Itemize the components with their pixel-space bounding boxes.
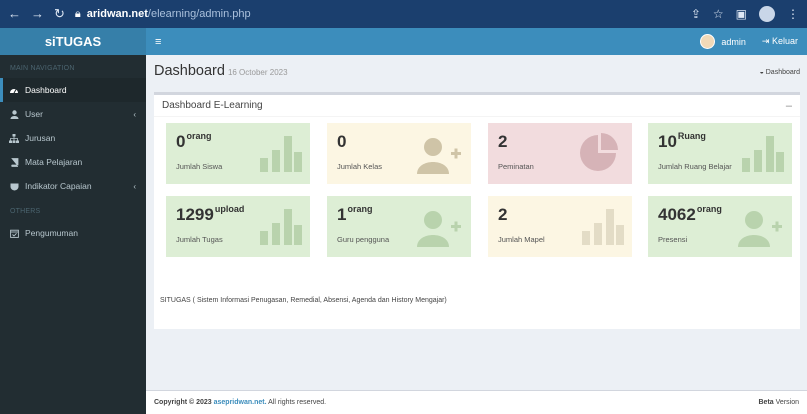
version-text: Version <box>775 399 799 406</box>
tile-jumlah-siswa[interactable]: 0orang Jumlah Siswa <box>166 123 310 184</box>
calendar-icon <box>8 229 20 238</box>
hamburger-menu-icon[interactable]: ≡ <box>155 36 161 48</box>
copyright-prefix: Copyright © 2023 <box>154 399 212 406</box>
tile-value: 1orang <box>337 204 373 224</box>
copyright: Copyright © 2023 asepridwan.net. All rig… <box>154 399 326 406</box>
tile-label: Jumlah Kelas <box>337 162 383 171</box>
sidebar-item-label: Dashboard <box>25 85 67 95</box>
sidebar-item-label: Indikator Capaian <box>25 181 92 191</box>
logout-button[interactable]: ⇥ Keluar <box>762 36 798 47</box>
brand-logo[interactable]: siTUGAS <box>0 28 146 55</box>
sidebar-item-label: User <box>25 109 43 119</box>
info-text: SITUGAS ( Sistem Informasi Penugasan, Re… <box>160 297 447 304</box>
browser-toolbar: ← → ↻ 🔒︎ aridwan.net/elearning/admin.php… <box>0 0 807 28</box>
tile-label: Presensi <box>658 235 688 244</box>
bar-chart-icon <box>582 209 624 245</box>
dashboard-icon <box>8 86 20 94</box>
forward-arrow-icon[interactable]: → <box>31 6 44 22</box>
url-path: /elearning/admin.php <box>147 8 251 20</box>
chevron-left-icon: ‹ <box>133 181 136 191</box>
page-date: 16 October 2023 <box>227 68 288 77</box>
tile-label: Jumlah Ruang Belajar <box>658 162 732 171</box>
tile-value: 1299upload <box>176 204 245 224</box>
box-title: Dashboard E-Learning <box>162 100 263 111</box>
user-name[interactable]: admin <box>721 37 746 47</box>
sidebar-item-user[interactable]: User ‹ <box>0 102 146 126</box>
logout-label: Keluar <box>771 36 798 46</box>
sidebar-item-label: Pengumuman <box>25 228 78 238</box>
reload-icon[interactable]: ↻ <box>54 6 65 22</box>
sidebar: siTUGAS MAIN NAVIGATION Dashboard User ‹… <box>0 28 146 414</box>
info-box: SITUGAS ( Sistem Informasi Penugasan, Re… <box>154 288 800 313</box>
tile-jumlah-mapel[interactable]: 2 Jumlah Mapel <box>488 196 632 257</box>
book-icon <box>8 157 20 167</box>
tile-jumlah-tugas[interactable]: 1299upload Jumlah Tugas <box>166 196 310 257</box>
sidebar-header-main: MAIN NAVIGATION <box>10 65 75 72</box>
sidebar-item-label: Jurusan <box>25 133 56 143</box>
tile-label: Jumlah Mapel <box>498 235 545 244</box>
user-plus-icon <box>417 211 461 247</box>
chevron-left-icon: ‹ <box>133 109 136 119</box>
sidebar-item-pengumuman[interactable]: Pengumuman <box>0 221 146 245</box>
shield-icon <box>8 182 20 191</box>
breadcrumb[interactable]: ◒ Dashboard <box>760 69 800 76</box>
tile-label: Jumlah Siswa <box>176 162 223 171</box>
bar-chart-icon <box>260 136 302 172</box>
tile-label: Peminatan <box>498 162 534 171</box>
main-content: Dashboard 16 October 2023 ◒ Dashboard Das… <box>146 55 807 390</box>
profile-avatar-icon[interactable] <box>759 6 775 22</box>
tile-value: 0orang <box>176 131 212 151</box>
tile-value: 10Ruang <box>658 131 706 151</box>
tile-label: Jumlah Tugas <box>176 235 223 244</box>
sidebar-item-jurusan[interactable]: Jurusan <box>0 126 146 150</box>
tile-value: 2 <box>498 132 508 151</box>
copyright-suffix: All rights reserved. <box>268 399 327 406</box>
tile-value: 0 <box>337 132 347 151</box>
sidebar-item-indikator-capaian[interactable]: Indikator Capaian ‹ <box>0 174 146 198</box>
top-navbar: ≡ admin ⇥ Keluar <box>146 28 807 55</box>
share-icon[interactable]: ⇪ <box>691 7 701 21</box>
page-title: Dashboard 16 October 2023 <box>154 63 288 79</box>
back-arrow-icon[interactable]: ← <box>8 6 21 22</box>
menu-icon[interactable]: ⋮ <box>787 7 799 21</box>
footer-link[interactable]: asepridwan.net. <box>214 399 267 406</box>
tile-value: 2 <box>498 205 508 224</box>
sidebar-item-mata-pelajaran[interactable]: Mata Pelajaran <box>0 150 146 174</box>
bar-chart-icon <box>742 136 784 172</box>
bar-chart-icon <box>260 209 302 245</box>
page-title-text: Dashboard <box>154 63 225 79</box>
sidebar-item-label: Mata Pelajaran <box>25 157 83 167</box>
tile-value: 4062orang <box>658 204 722 224</box>
tile-presensi[interactable]: 4062orang Presensi <box>648 196 792 257</box>
version-label: Beta Version <box>759 399 800 406</box>
sidebar-header-others: OTHERS <box>10 208 41 215</box>
collapse-button[interactable]: – <box>786 100 792 112</box>
bookmark-star-icon[interactable]: ☆ <box>713 7 724 21</box>
address-bar[interactable]: 🔒︎ aridwan.net/elearning/admin.php <box>75 8 251 21</box>
sitemap-icon <box>8 133 20 143</box>
url-host: aridwan.net <box>86 8 148 20</box>
page-footer: Copyright © 2023 asepridwan.net. All rig… <box>146 390 807 414</box>
dashboard-icon: ◒ <box>759 69 764 76</box>
sidebar-item-dashboard[interactable]: Dashboard <box>0 78 146 102</box>
lock-icon: 🔒︎ <box>74 7 81 20</box>
breadcrumb-label: Dashboard <box>765 69 800 76</box>
user-icon <box>8 109 20 119</box>
tile-peminatan[interactable]: 2 Peminatan <box>488 123 632 184</box>
box-header: Dashboard E-Learning – <box>154 95 800 117</box>
user-plus-icon <box>738 211 782 247</box>
tile-label: Guru pengguna <box>337 235 390 244</box>
tile-guru-pengguna[interactable]: 1orang Guru pengguna <box>327 196 471 257</box>
avatar[interactable] <box>700 34 716 49</box>
tile-jumlah-ruang-belajar[interactable]: 10Ruang Jumlah Ruang Belajar <box>648 123 792 184</box>
tile-jumlah-kelas[interactable]: 0 Jumlah Kelas <box>327 123 471 184</box>
user-plus-icon <box>417 138 461 174</box>
version-bold: Beta <box>758 399 774 406</box>
sign-out-icon: ⇥ <box>761 36 770 46</box>
window-icon[interactable]: ▣ <box>736 7 747 21</box>
pie-chart-icon <box>580 133 618 171</box>
